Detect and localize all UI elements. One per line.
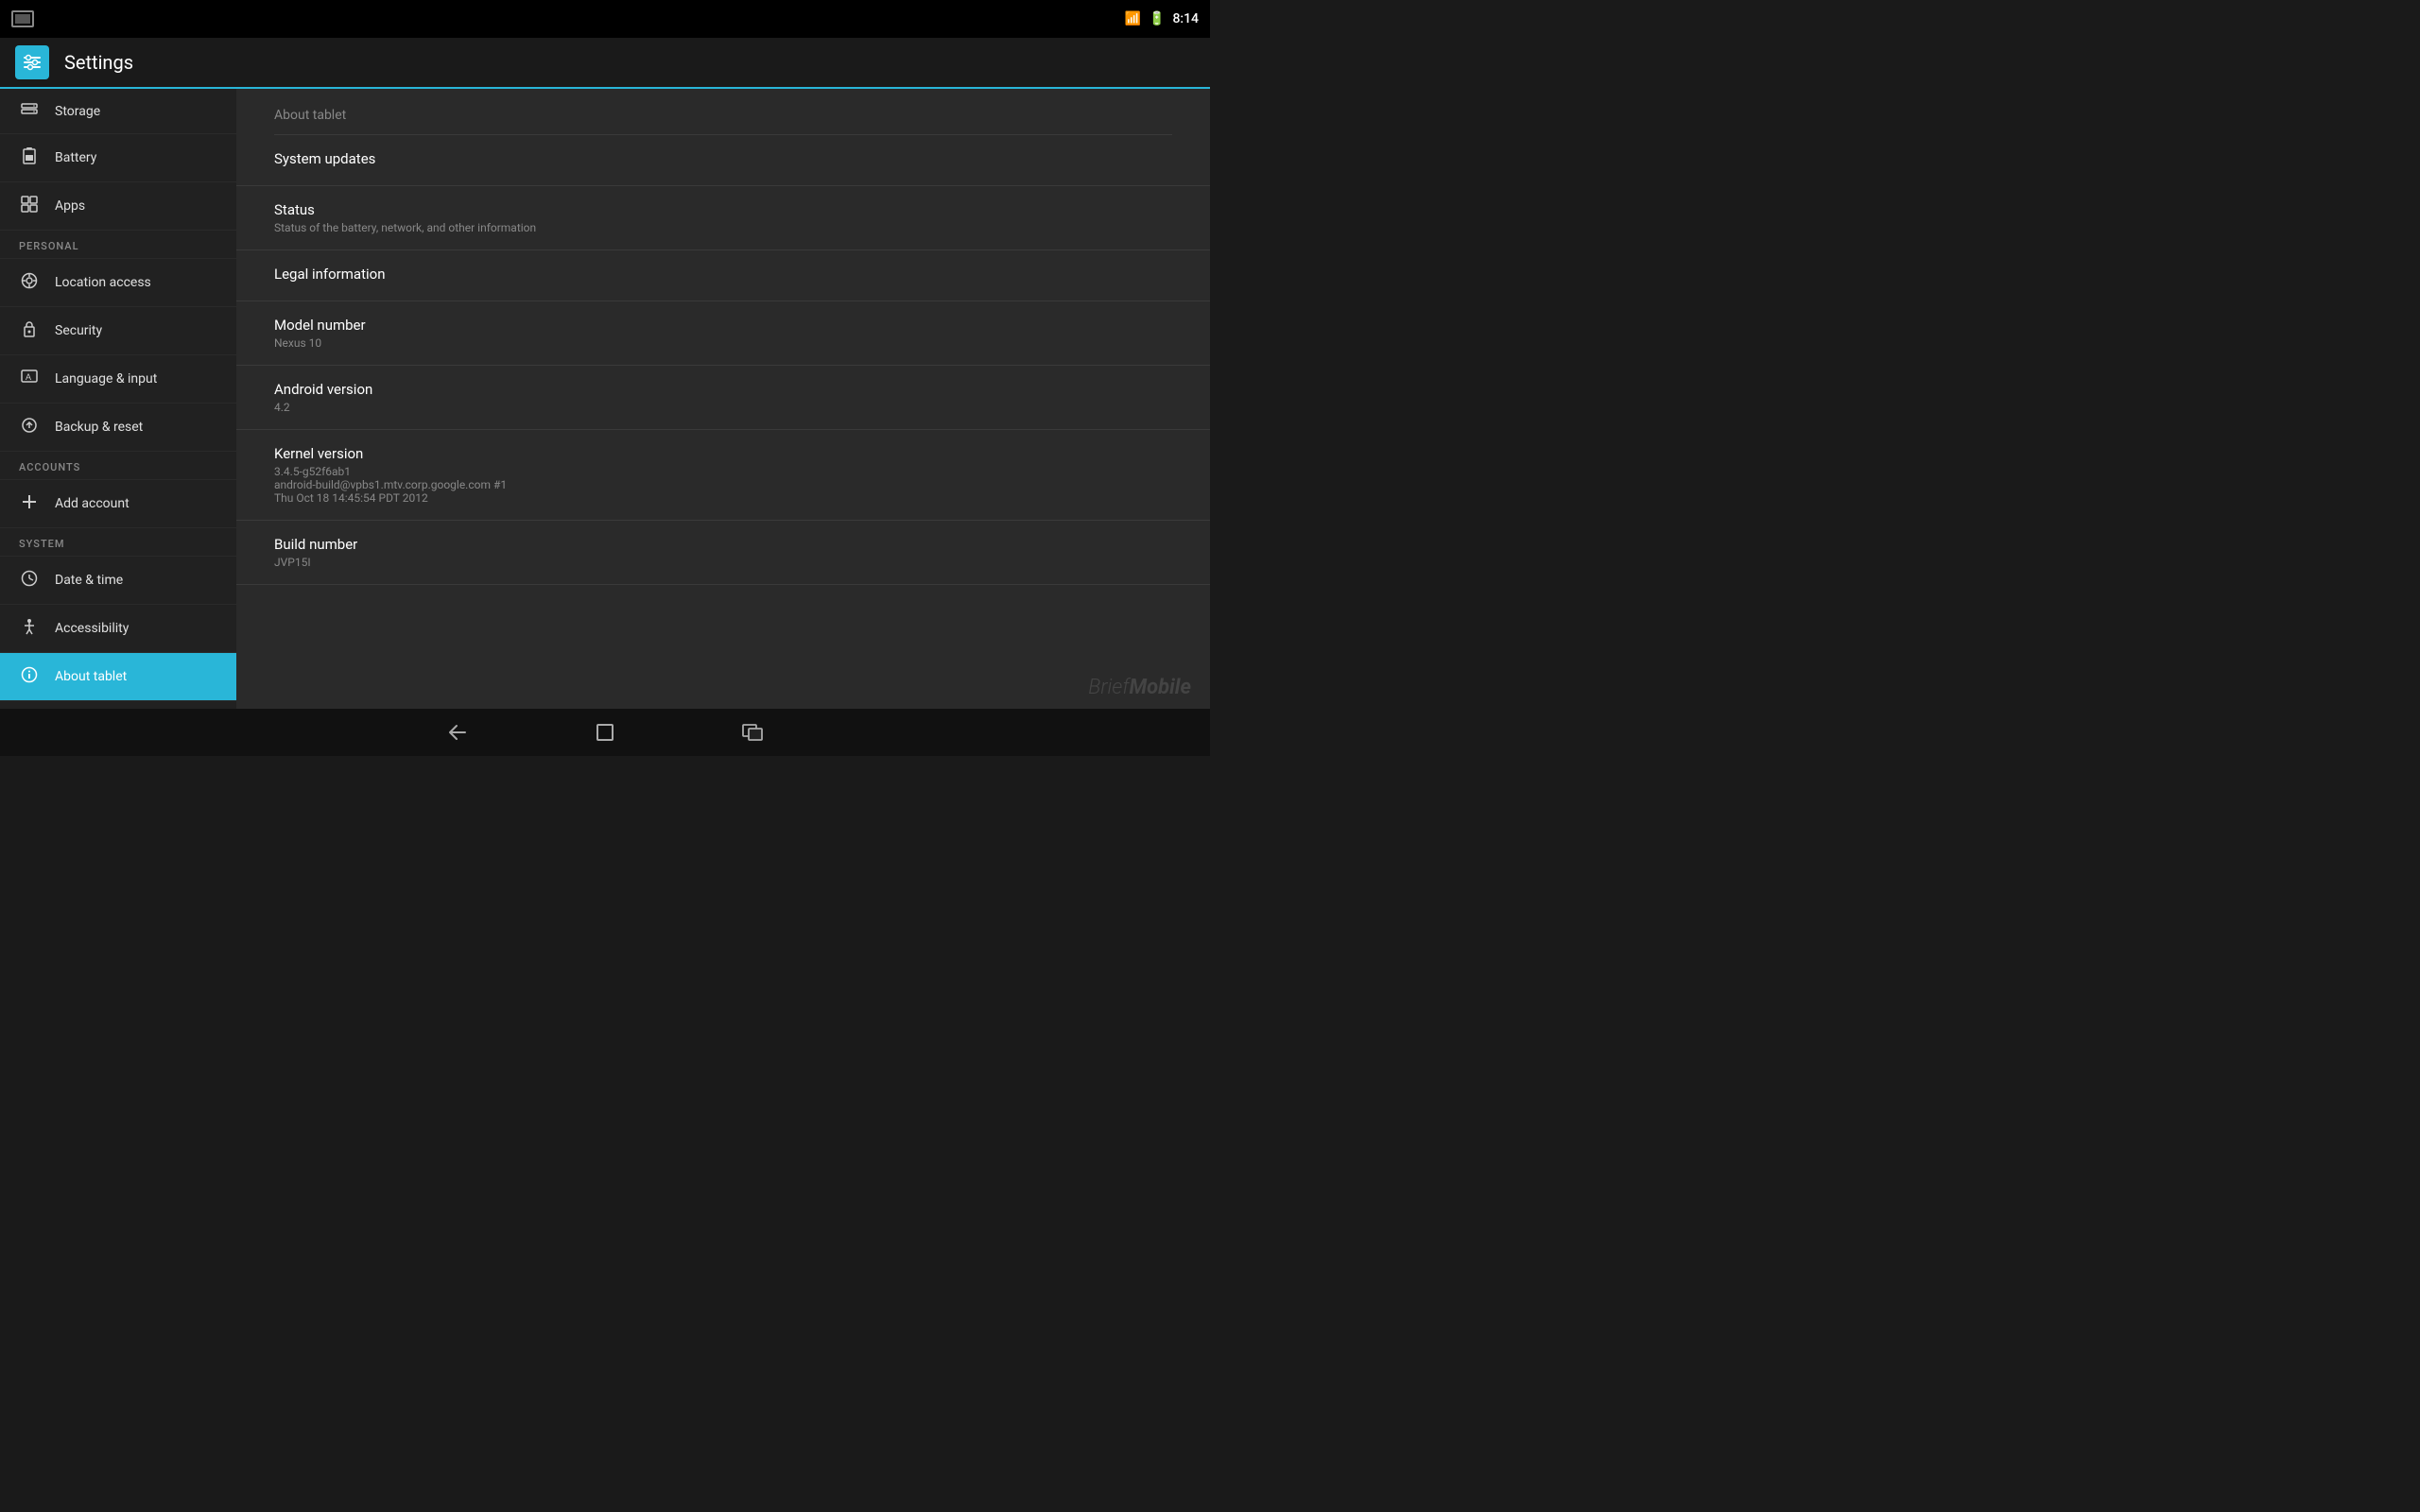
clock: 8:14	[1172, 11, 1199, 26]
sidebar-label-security: Security	[55, 323, 102, 338]
status-subtitle: Status of the battery, network, and othe…	[274, 221, 1172, 234]
kernel-subtitle: 3.4.5-g52f6ab1 android-build@vpbs1.mtv.c…	[274, 465, 1172, 505]
accessibility-icon	[19, 618, 40, 639]
apps-icon	[19, 196, 40, 216]
security-icon	[19, 320, 40, 341]
legal-title: Legal information	[274, 266, 1172, 283]
battery-icon: 🔋	[1149, 11, 1165, 26]
sidebar-label-language: Language & input	[55, 371, 157, 387]
android-version-title: Android version	[274, 381, 1172, 398]
sidebar-label-storage: Storage	[55, 104, 100, 119]
section-header-accounts: ACCOUNTS	[0, 452, 236, 480]
sidebar-label-apps: Apps	[55, 198, 85, 214]
screenshot-icon	[11, 10, 34, 27]
wifi-icon: 📶	[1125, 11, 1141, 26]
model-title: Model number	[274, 317, 1172, 334]
system-updates-title: System updates	[274, 150, 1172, 167]
sidebar-item-datetime[interactable]: Date & time	[0, 557, 236, 605]
content-item-build[interactable]: Build number JVP15I	[236, 521, 1210, 585]
datetime-icon	[19, 570, 40, 591]
title-bar: Settings	[0, 38, 1210, 89]
content-item-kernel[interactable]: Kernel version 3.4.5-g52f6ab1 android-bu…	[236, 430, 1210, 521]
sidebar-label-add-account: Add account	[55, 496, 130, 511]
status-bar-left	[11, 10, 34, 27]
content-item-model[interactable]: Model number Nexus 10	[236, 301, 1210, 366]
language-icon: A	[19, 369, 40, 389]
section-header-system: SYSTEM	[0, 528, 236, 557]
kernel-title: Kernel version	[274, 445, 1172, 462]
nav-bar	[0, 709, 1210, 756]
about-icon	[19, 666, 40, 687]
android-version-subtitle: 4.2	[274, 401, 1172, 414]
sidebar-item-language[interactable]: A Language & input	[0, 355, 236, 404]
sidebar-item-apps[interactable]: Apps	[0, 182, 236, 231]
svg-text:A: A	[26, 372, 31, 382]
sidebar-item-battery[interactable]: Battery	[0, 134, 236, 182]
sidebar-item-add-account[interactable]: Add account	[0, 480, 236, 528]
storage-icon	[19, 102, 40, 120]
model-subtitle: Nexus 10	[274, 336, 1172, 350]
recents-button[interactable]	[735, 715, 769, 749]
location-icon	[19, 272, 40, 293]
sidebar-label-about: About tablet	[55, 669, 127, 684]
content-item-system-updates[interactable]: System updates	[236, 135, 1210, 186]
sidebar-item-storage[interactable]: Storage	[0, 89, 236, 134]
battery-sidebar-icon	[19, 147, 40, 168]
back-button[interactable]	[441, 715, 475, 749]
content-item-android-version[interactable]: Android version 4.2	[236, 366, 1210, 430]
add-account-icon	[19, 493, 40, 514]
build-subtitle: JVP15I	[274, 556, 1172, 569]
status-title: Status	[274, 201, 1172, 218]
content-panel-title: About tablet	[236, 89, 1210, 134]
sidebar-label-battery: Battery	[55, 150, 96, 165]
sidebar-label-accessibility: Accessibility	[55, 621, 129, 636]
sidebar-item-about[interactable]: About tablet	[0, 653, 236, 701]
content-panel: About tablet System updates Status Statu…	[236, 89, 1210, 709]
settings-app-icon	[15, 45, 49, 79]
main-content: Storage Battery	[0, 89, 1210, 709]
status-bar: 📶 🔋 8:14	[0, 0, 1210, 38]
sidebar-label-datetime: Date & time	[55, 573, 123, 588]
section-header-personal: PERSONAL	[0, 231, 236, 259]
sidebar-item-location[interactable]: Location access	[0, 259, 236, 307]
backup-icon	[19, 417, 40, 438]
content-item-legal[interactable]: Legal information	[236, 250, 1210, 301]
build-title: Build number	[274, 536, 1172, 553]
content-item-status[interactable]: Status Status of the battery, network, a…	[236, 186, 1210, 250]
home-button[interactable]	[588, 715, 622, 749]
sidebar-item-backup[interactable]: Backup & reset	[0, 404, 236, 452]
page-title: Settings	[64, 51, 133, 74]
sidebar-item-security[interactable]: Security	[0, 307, 236, 355]
sidebar-item-accessibility[interactable]: Accessibility	[0, 605, 236, 653]
sidebar-label-location: Location access	[55, 275, 151, 290]
sidebar-label-backup: Backup & reset	[55, 420, 143, 435]
status-bar-right: 📶 🔋 8:14	[1125, 11, 1199, 26]
sidebar: Storage Battery	[0, 89, 236, 709]
